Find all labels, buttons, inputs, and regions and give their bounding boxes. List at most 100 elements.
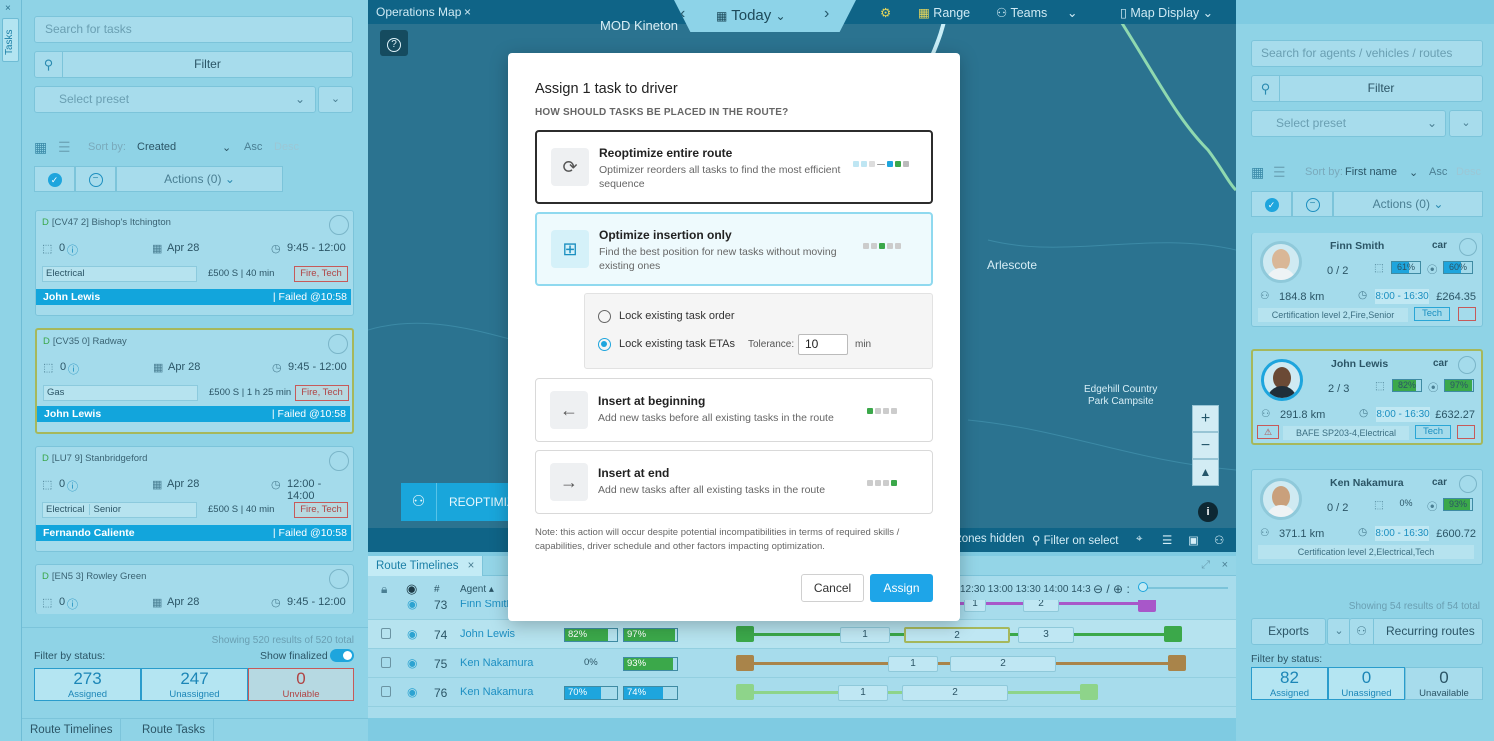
eye-icon[interactable]: ◉ xyxy=(407,600,417,611)
task-preset-select[interactable]: Select preset ⌄ xyxy=(34,86,316,113)
task-select-checkbox[interactable] xyxy=(329,569,349,589)
show-finalized-toggle[interactable] xyxy=(330,649,354,662)
column-number[interactable]: # xyxy=(434,584,440,595)
status-assigned-button[interactable]: 82 Assigned xyxy=(1251,667,1328,700)
exports-button[interactable]: Exports xyxy=(1251,618,1326,645)
timeline-zoom-slider[interactable] xyxy=(1138,587,1228,589)
lock-icon[interactable] xyxy=(381,628,391,639)
status-unavailable-button[interactable]: 0 Unavailable xyxy=(1405,667,1483,700)
sort-desc-button[interactable]: Desc xyxy=(274,141,299,153)
route-segment[interactable]: 1 xyxy=(964,600,986,612)
chevron-down-icon[interactable]: ⌄ xyxy=(1409,166,1418,179)
agent-card[interactable]: Ken Nakamura car 0 / 2 ⬚ 0% ⦿ 93% ⚇ 371.… xyxy=(1251,469,1483,565)
tolerance-input[interactable]: 10 xyxy=(798,334,848,355)
agent-card[interactable]: John Lewis car 2 / 3 ⬚ 82% ⦿ 97% ⚇ 291.8… xyxy=(1251,349,1483,445)
help-button[interactable]: ? xyxy=(380,30,408,56)
reoptimize-button[interactable]: ⚇ REOPTIMIZE xyxy=(401,483,522,521)
tab-route-tasks[interactable]: Route Tasks xyxy=(134,719,215,741)
eye-icon[interactable]: ◉ xyxy=(407,656,417,670)
cancel-button[interactable]: Cancel xyxy=(801,574,864,602)
task-card[interactable]: D [CV35 0] Radway ⬚ 0 ⓘ ▦ Apr 28 ◷ 9:45 -… xyxy=(35,328,354,434)
task-select-checkbox[interactable] xyxy=(329,215,349,235)
layers-icon[interactable]: ☰ xyxy=(1162,533,1172,547)
lock-etas-radio[interactable] xyxy=(598,338,611,351)
route-segment[interactable]: 1 xyxy=(840,627,890,643)
status-unassigned-button[interactable]: 247 Unassigned xyxy=(141,668,248,701)
lock-order-label[interactable]: Lock existing task order xyxy=(619,310,735,322)
list-view-icon[interactable]: ☰ xyxy=(1273,164,1286,181)
table-row[interactable]: ◉ 76 Ken Nakamura 70% 74% 1 2 xyxy=(368,678,1236,707)
next-day-button[interactable]: › xyxy=(824,5,829,23)
chevron-down-icon[interactable]: ⌄ xyxy=(1067,5,1077,20)
timeline-zoom-handle[interactable] xyxy=(1138,582,1148,592)
info-icon[interactable]: i xyxy=(1198,502,1218,522)
grid-view-icon[interactable]: ▦ xyxy=(1251,164,1264,181)
grid-view-icon[interactable]: ▦ xyxy=(34,139,47,156)
end-pin-icon[interactable] xyxy=(1164,626,1182,642)
task-search-input[interactable]: Search for tasks xyxy=(34,16,353,43)
deselect-button[interactable]: − xyxy=(75,166,116,192)
start-pin-icon[interactable] xyxy=(736,626,754,642)
zoom-timeline-controls[interactable]: ⊖ / ⊕ : xyxy=(1093,582,1130,596)
sort-asc-button[interactable]: Asc xyxy=(244,141,262,153)
lock-etas-label[interactable]: Lock existing task ETAs xyxy=(619,338,735,350)
route-segment[interactable]: 1 xyxy=(888,656,938,672)
chevron-down-icon[interactable]: ⌄ xyxy=(222,141,231,154)
task-filter-button[interactable]: ⚲ Filter xyxy=(34,51,353,78)
select-all-button[interactable]: ✓ xyxy=(34,166,75,192)
list-view-icon[interactable]: ☰ xyxy=(58,139,71,156)
chart-icon[interactable]: ▣ xyxy=(1188,533,1199,547)
option-insert-end[interactable]: → Insert at end Add new tasks after all … xyxy=(535,450,933,514)
table-row[interactable]: ◉ 75 Ken Nakamura 0% 93% 1 2 xyxy=(368,649,1236,678)
actions-dropdown[interactable]: Actions (0) ⌄ xyxy=(116,166,283,192)
zoom-in-button[interactable]: + xyxy=(1192,405,1219,432)
task-select-checkbox[interactable] xyxy=(329,451,349,471)
route-segment[interactable]: 2 xyxy=(902,685,1008,701)
preset-menu-button[interactable]: ⌄ xyxy=(1449,110,1483,137)
start-pin-icon[interactable] xyxy=(736,655,754,671)
preset-menu-button[interactable]: ⌄ xyxy=(318,86,353,113)
route-segment[interactable]: 2 xyxy=(1023,600,1059,612)
status-unviable-button[interactable]: 0 Unviable xyxy=(248,668,354,701)
compass-button[interactable]: ▲ xyxy=(1192,459,1219,486)
recurring-routes-button[interactable]: ⚇ Recurring routes xyxy=(1349,618,1483,645)
eye-column-icon[interactable]: ◉ xyxy=(406,581,417,597)
actions-dropdown[interactable]: Actions (0) ⌄ xyxy=(1333,191,1483,217)
route-segment[interactable]: 1 xyxy=(838,685,888,701)
agent-card[interactable]: Finn Smith car 0 / 2 ⬚ 61% ⦿ 60% ⚇ 184.8… xyxy=(1251,233,1483,327)
sort-desc-button[interactable]: Desc xyxy=(1456,166,1481,178)
end-pin-icon[interactable] xyxy=(1168,655,1186,671)
exports-menu-button[interactable]: ⌄ xyxy=(1327,618,1351,645)
agent-name[interactable]: Ken Nakamura xyxy=(460,657,533,669)
agent-name[interactable]: Ken Nakamura xyxy=(460,686,533,698)
select-all-button[interactable]: ✓ xyxy=(1251,191,1292,217)
sort-asc-button[interactable]: Asc xyxy=(1429,166,1447,178)
date-picker[interactable]: ▦ Today ⌄ xyxy=(716,7,786,24)
filter-on-select-button[interactable]: ⚲ Filter on select xyxy=(1032,533,1118,547)
option-insert-beginning[interactable]: ← Insert at beginning Add new tasks befo… xyxy=(535,378,933,442)
agent-select-checkbox[interactable] xyxy=(1458,356,1476,374)
start-pin-icon[interactable] xyxy=(736,684,754,700)
route-segment[interactable]: 3 xyxy=(1018,627,1074,643)
agent-select-checkbox[interactable] xyxy=(1459,475,1477,493)
range-button[interactable]: ▦ Range xyxy=(918,5,970,20)
agent-filter-button[interactable]: ⚲ Filter xyxy=(1251,75,1483,102)
close-icon[interactable]: × xyxy=(464,5,471,19)
sort-select[interactable]: First name xyxy=(1345,166,1397,178)
map-tab-title[interactable]: Operations Map xyxy=(376,5,461,19)
route-icon[interactable]: ⚇ xyxy=(1214,533,1224,547)
agent-select-checkbox[interactable] xyxy=(1459,238,1477,256)
agent-search-input[interactable]: Search for agents / vehicles / routes xyxy=(1251,40,1483,67)
route-segment-selected[interactable]: 2 xyxy=(904,627,1010,643)
tab-route-timelines[interactable]: Route Timelines xyxy=(22,719,122,741)
close-icon[interactable]: × xyxy=(1222,559,1228,571)
assign-button[interactable]: Assign xyxy=(870,574,933,602)
eye-icon[interactable]: ◉ xyxy=(407,627,417,641)
option-optimize-insertion[interactable]: ⊞ Optimize insertion only Find the best … xyxy=(535,212,933,286)
eye-icon[interactable]: ◉ xyxy=(407,685,417,699)
route-segment[interactable]: 2 xyxy=(950,656,1056,672)
gear-icon[interactable]: ⚙ xyxy=(880,5,891,20)
teams-button[interactable]: ⚇ Teams xyxy=(996,5,1047,20)
end-pin-icon[interactable] xyxy=(1080,684,1098,700)
task-card[interactable]: D [CV47 2] Bishop's Itchington ⬚ 0 ⓘ ▦ Ap… xyxy=(35,210,354,316)
